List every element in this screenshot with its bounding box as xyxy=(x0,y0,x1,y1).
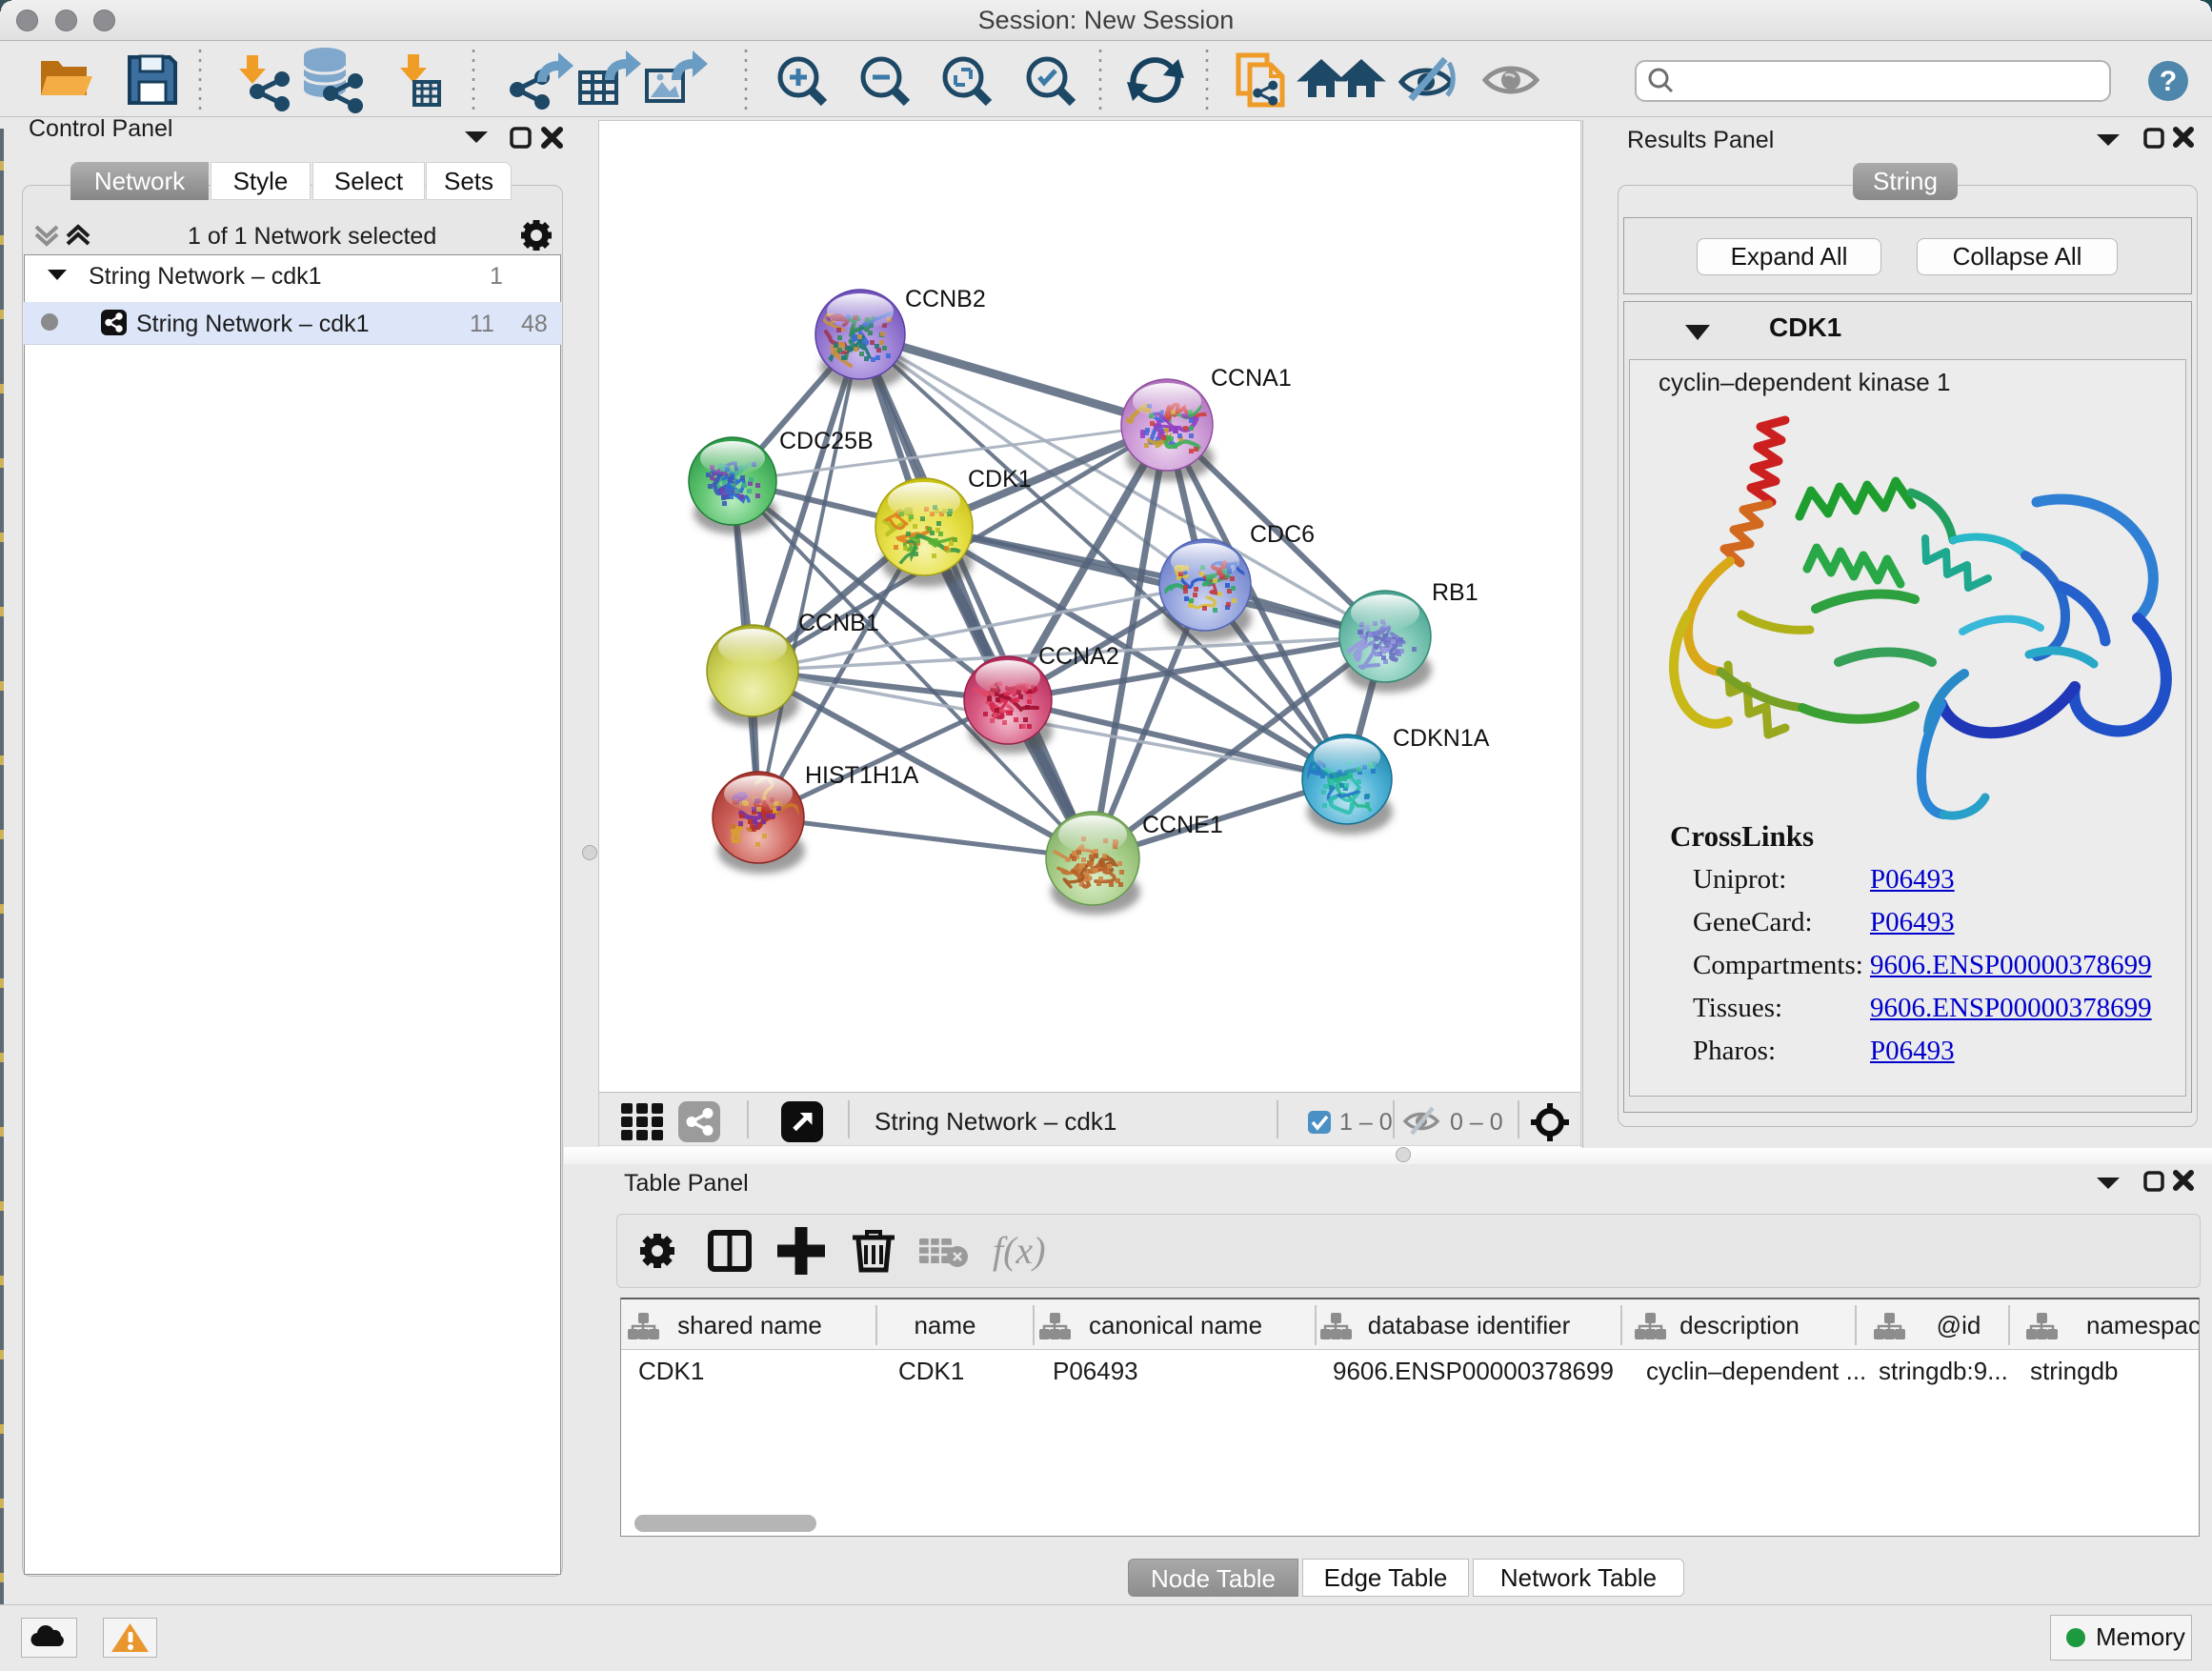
svg-text:cyclin–dependent ...: cyclin–dependent ... xyxy=(1646,1357,1866,1385)
svg-text:CDK1: CDK1 xyxy=(638,1357,704,1385)
svg-text:11: 11 xyxy=(470,311,494,337)
svg-text:CCNB2: CCNB2 xyxy=(905,286,986,312)
svg-text:CDC25B: CDC25B xyxy=(779,428,874,454)
svg-text:f(x): f(x) xyxy=(993,1229,1046,1272)
svg-text:name: name xyxy=(914,1311,975,1339)
svg-text:CCNA2: CCNA2 xyxy=(1038,643,1119,670)
svg-text:1: 1 xyxy=(490,263,503,290)
svg-text:48: 48 xyxy=(521,311,548,337)
svg-text:RB1: RB1 xyxy=(1432,579,1478,606)
svg-text:CCNE1: CCNE1 xyxy=(1142,812,1223,838)
svg-text:CCNA1: CCNA1 xyxy=(1211,365,1292,392)
svg-text:stringdb: stringdb xyxy=(2030,1357,2119,1385)
svg-text:HIST1H1A: HIST1H1A xyxy=(805,762,919,789)
svg-text:?: ? xyxy=(2160,66,2177,97)
svg-text:1 of 1 Network selected: 1 of 1 Network selected xyxy=(188,223,436,250)
svg-text:namespac: namespac xyxy=(2086,1311,2199,1339)
svg-text:shared name: shared name xyxy=(677,1311,822,1339)
svg-text:P06493: P06493 xyxy=(1053,1357,1138,1385)
svg-text:String Network – cdk1: String Network – cdk1 xyxy=(136,311,370,337)
svg-text:CDC6: CDC6 xyxy=(1250,521,1315,548)
svg-text:database identifier: database identifier xyxy=(1368,1311,1571,1339)
svg-text:CCNB1: CCNB1 xyxy=(798,610,879,636)
svg-text:String Network – cdk1: String Network – cdk1 xyxy=(875,1107,1116,1136)
svg-text:@id: @id xyxy=(1937,1311,1981,1339)
svg-text:canonical name: canonical name xyxy=(1089,1311,1262,1339)
svg-text:CDKN1A: CDKN1A xyxy=(1393,725,1490,752)
svg-text:CDK1: CDK1 xyxy=(968,466,1032,493)
svg-text:description: description xyxy=(1679,1311,1800,1339)
svg-text:String Network – cdk1: String Network – cdk1 xyxy=(89,263,322,290)
svg-text:CDK1: CDK1 xyxy=(898,1357,964,1385)
svg-text:0 – 0: 0 – 0 xyxy=(1450,1109,1503,1136)
svg-text:9606.ENSP00000378699: 9606.ENSP00000378699 xyxy=(1333,1357,1614,1385)
svg-text:1 – 0: 1 – 0 xyxy=(1339,1109,1393,1136)
svg-text:stringdb:9...: stringdb:9... xyxy=(1879,1357,2008,1385)
